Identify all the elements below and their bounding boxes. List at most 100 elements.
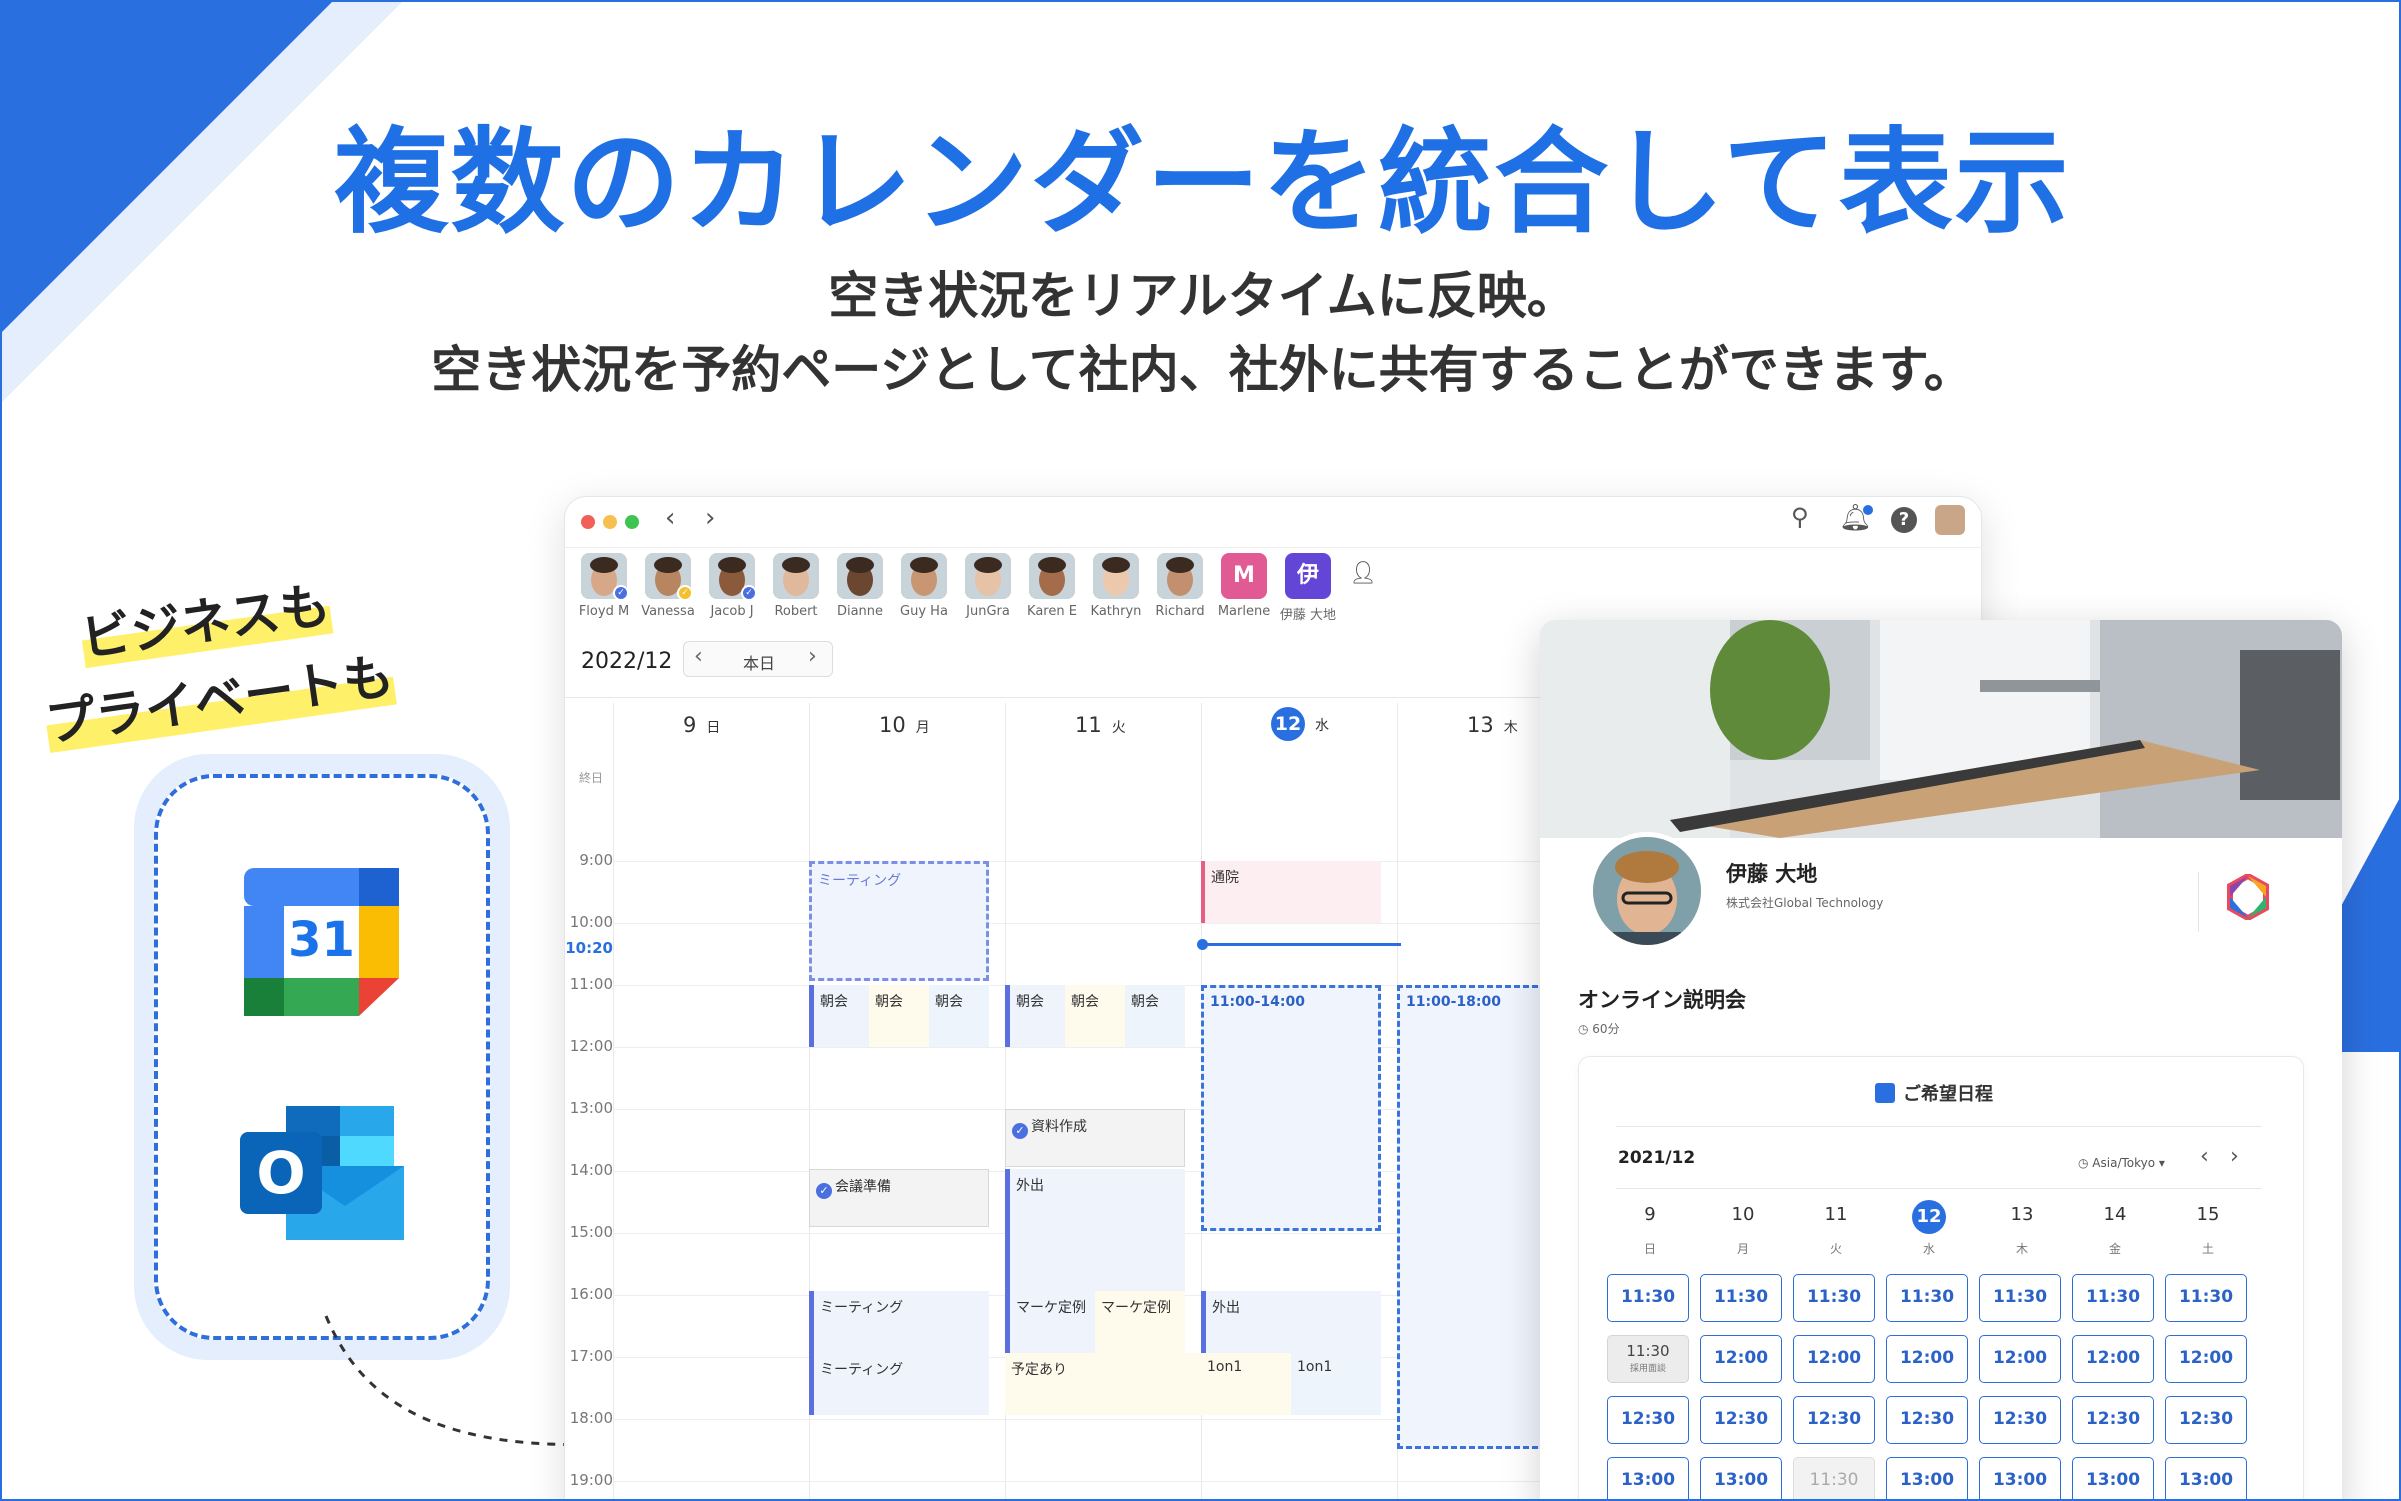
event-gaishutsu-wed[interactable]: 外出 [1201,1291,1381,1353]
nav-forward-icon[interactable]: › [705,503,715,533]
time-slot-button[interactable]: 13:00 [1607,1457,1689,1499]
weekday-label: 火 [1111,720,1126,736]
member-avatar[interactable] [965,553,1011,599]
member-status-badge: ✓ [677,585,693,601]
time-slot-button[interactable]: 13:00 [1700,1457,1782,1499]
member-avatar[interactable] [1029,553,1075,599]
canvas: 複数のカレンダーを統合して表示 空き状況をリアルタイムに反映。 空き状況を予約ペ… [0,0,2401,1501]
time-slot-button[interactable]: 12:00 [1886,1335,1968,1383]
day-header[interactable]: 9日 [683,713,720,737]
office-cover-image [1540,620,2342,838]
search-icon[interactable]: ⚲ [1791,503,1809,531]
time-slot-button[interactable]: 11:30 [1979,1274,2061,1322]
event-chokai-3[interactable]: 朝会 [929,985,989,1047]
time-slot-button[interactable]: 11:30 [1886,1274,1968,1322]
member-avatar[interactable]: 伊 [1285,553,1331,599]
event-tsuin[interactable]: 通院 [1201,861,1381,923]
event-title: オンライン説明会 [1578,988,1746,1012]
window-close-button[interactable] [581,515,595,529]
time-label: 19:00 [569,1471,613,1489]
prev-week-button[interactable]: ‹ [694,644,703,669]
booking-day-number[interactable]: 13 [1992,1204,2052,1225]
time-slot-button[interactable]: 12:00 [1793,1335,1875,1383]
member-avatar[interactable] [837,553,883,599]
time-slot-button[interactable]: 13:00 [2072,1457,2154,1499]
day-number: 10 [879,713,906,737]
hero-subtitle-1: 空き状況をリアルタイムに反映。 [828,267,1577,325]
event-meeting-mon[interactable]: ミーティング [809,861,989,981]
help-icon[interactable]: ? [1891,507,1917,533]
time-slot-button[interactable]: 12:30 [1793,1396,1875,1444]
booking-day-number[interactable]: 11 [1806,1204,1866,1225]
nav-back-icon[interactable]: ‹ [665,503,675,533]
host-avatar [1588,832,1706,950]
time-slot-button[interactable]: 12:00 [1979,1335,2061,1383]
manage-members-icon[interactable]: 👤︎ [1349,561,1377,586]
time-slot-button[interactable]: 11:30 [1700,1274,1782,1322]
event-yotei[interactable]: 予定あり [1005,1353,1201,1415]
event-chokai-6[interactable]: 朝会 [1125,985,1185,1047]
time-label: 11:00 [569,975,613,993]
time-slot-button[interactable]: 11:30 [2165,1274,2247,1322]
day-header[interactable]: 12 水 [1271,707,1329,741]
event-meeting-mon-3[interactable]: ミーティング [809,1353,989,1415]
window-maximize-button[interactable] [625,515,639,529]
time-label: 13:00 [569,1099,613,1117]
event-marke-2[interactable]: マーケ定例 [1095,1291,1185,1353]
outlook-icon: O [240,1102,405,1247]
member-avatar[interactable] [901,553,947,599]
event-prep[interactable]: ✓ 会議準備 [809,1169,989,1227]
booking-weekday: 土 [2201,1242,2214,1256]
member-avatar[interactable]: M [1221,553,1267,599]
timezone-select[interactable]: ◷ Asia/Tokyo ▾ [2078,1156,2165,1170]
time-slot-button[interactable]: 12:30 [1607,1396,1689,1444]
window-minimize-button[interactable] [603,515,617,529]
booking-day-number[interactable]: 9 [1620,1204,1680,1225]
event-chokai-4[interactable]: 朝会 [1005,985,1065,1047]
day-header[interactable]: 13 木 [1467,713,1518,737]
member-avatar[interactable] [773,553,819,599]
time-slot-button[interactable]: 12:30 [1700,1396,1782,1444]
event-chokai-5[interactable]: 朝会 [1065,985,1125,1047]
event-chokai-1[interactable]: 朝会 [809,985,869,1047]
event-1on1-1[interactable]: 1on1 [1201,1353,1291,1415]
day-header[interactable]: 11 火 [1075,713,1126,737]
next-week-button[interactable]: › [808,644,817,669]
booking-weekday: 火 [1829,1242,1842,1256]
weekday-label: 月 [915,720,930,736]
event-doc[interactable]: ✓ 資料作成 [1005,1109,1185,1167]
event-meeting-mon-2[interactable]: ミーティング [809,1291,989,1353]
user-avatar[interactable] [1935,505,1965,535]
schedule-next-button[interactable]: › [2230,1144,2239,1169]
time-slot-button[interactable]: 12:30 [1979,1396,2061,1444]
event-marke-1[interactable]: マーケ定例 [1005,1291,1095,1353]
time-slot-button[interactable]: 12:00 [2072,1335,2154,1383]
notification-dot [1863,505,1873,515]
gcal-number: 31 [288,912,355,968]
today-button[interactable]: 本日 [724,650,794,674]
booking-day-number[interactable]: 15 [2178,1204,2238,1225]
time-slot-button[interactable]: 13:00 [1979,1457,2061,1499]
time-label: 18:00 [569,1409,613,1427]
booking-day-number[interactable]: 10 [1713,1204,1773,1225]
check-icon: ✓ [816,1183,832,1199]
time-slot-button[interactable]: 12:30 [2165,1396,2247,1444]
booking-day-number[interactable]: 12 [1912,1200,1946,1234]
time-slot-button[interactable]: 12:00 [2165,1335,2247,1383]
time-slot-button[interactable]: 11:30 [2072,1274,2154,1322]
schedule-prev-button[interactable]: ‹ [2200,1144,2209,1169]
event-chokai-2[interactable]: 朝会 [869,985,929,1047]
time-slot-button[interactable]: 12:30 [1886,1396,1968,1444]
day-header[interactable]: 10 月 [879,713,930,737]
time-slot-button[interactable]: 12:30 [2072,1396,2154,1444]
time-slot-button[interactable]: 11:30 [1607,1274,1689,1322]
time-slot-button[interactable]: 13:00 [2165,1457,2247,1499]
member-avatar[interactable] [1093,553,1139,599]
event-range-wed[interactable]: 11:00-14:00 [1201,985,1381,1231]
time-slot-button[interactable]: 13:00 [1886,1457,1968,1499]
time-slot-button[interactable]: 12:00 [1700,1335,1782,1383]
event-1on1-2[interactable]: 1on1 [1291,1353,1381,1415]
booking-day-number[interactable]: 14 [2085,1204,2145,1225]
member-avatar[interactable] [1157,553,1203,599]
time-slot-button[interactable]: 11:30 [1793,1274,1875,1322]
